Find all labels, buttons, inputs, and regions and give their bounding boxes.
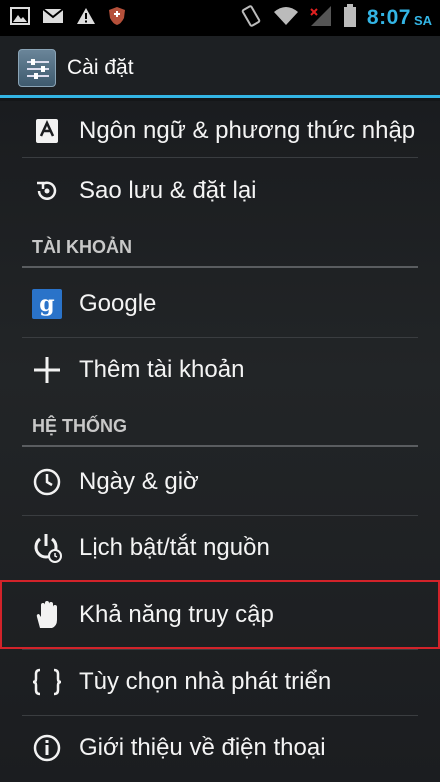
settings-item-date-time[interactable]: Ngày & giờ — [22, 451, 418, 513]
divider — [22, 649, 418, 650]
braces-icon — [32, 667, 62, 697]
section-header-system: HỆ THỐNG — [32, 416, 128, 436]
settings-item-label: Sao lưu & đặt lại — [79, 177, 257, 204]
image-icon — [10, 6, 30, 30]
info-icon — [32, 733, 62, 763]
clock-ampm: SA — [413, 12, 432, 28]
signal-icon — [309, 5, 333, 32]
vibrate-icon — [239, 4, 263, 33]
action-bar: Cài đặt — [0, 36, 440, 98]
battery-icon — [343, 3, 357, 33]
settings-item-label: Ngày & giờ — [79, 468, 199, 495]
selection-highlight — [0, 580, 440, 649]
backup-restore-icon — [32, 176, 62, 206]
section-divider — [22, 266, 418, 268]
gmail-icon — [42, 7, 64, 30]
page-title: Cài đặt — [67, 56, 134, 79]
warning-icon — [76, 7, 96, 30]
settings-item-about-phone[interactable]: Giới thiệu về điện thoại — [22, 717, 418, 779]
settings-item-label: Tùy chọn nhà phát triển — [79, 668, 332, 695]
settings-item-label: Thêm tài khoản — [79, 356, 245, 383]
svg-text:g: g — [39, 291, 54, 317]
settings-item-developer-options[interactable]: Tùy chọn nhà phát triển — [22, 651, 418, 713]
divider — [22, 337, 418, 338]
settings-app-icon[interactable] — [18, 49, 56, 87]
settings-list: Ngôn ngữ & phương thức nhập Sao lưu & đặ… — [0, 101, 440, 782]
notification-icons — [10, 6, 126, 31]
settings-item-add-account[interactable]: Thêm tài khoản — [22, 339, 418, 401]
settings-item-google[interactable]: g Google — [22, 273, 418, 335]
section-divider — [22, 445, 418, 447]
google-icon: g — [32, 289, 62, 319]
wifi-icon — [273, 5, 299, 32]
settings-item-language[interactable]: Ngôn ngữ & phương thức nhập — [22, 107, 418, 155]
power-schedule-icon — [32, 533, 62, 563]
divider — [22, 715, 418, 716]
divider — [22, 515, 418, 516]
settings-item-label: Lịch bật/tắt nguồn — [79, 534, 270, 561]
divider — [22, 157, 418, 158]
system-indicators: 8:07 SA — [239, 3, 432, 33]
plus-icon — [32, 355, 62, 385]
settings-item-power-schedule[interactable]: Lịch bật/tắt nguồn — [22, 517, 418, 579]
clock-time: 8:07 — [366, 6, 411, 29]
keyboard-a-icon — [32, 116, 62, 146]
shield-icon — [108, 6, 126, 31]
settings-item-label: Giới thiệu về điện thoại — [79, 734, 326, 761]
clock-icon — [32, 467, 62, 497]
settings-item-label: Google — [79, 290, 157, 317]
settings-item-backup[interactable]: Sao lưu & đặt lại — [22, 161, 418, 221]
section-header-accounts: TÀI KHOẢN — [32, 237, 132, 257]
settings-item-label: Ngôn ngữ & phương thức nhập — [79, 117, 416, 144]
status-bar: 8:07 SA — [0, 0, 440, 36]
